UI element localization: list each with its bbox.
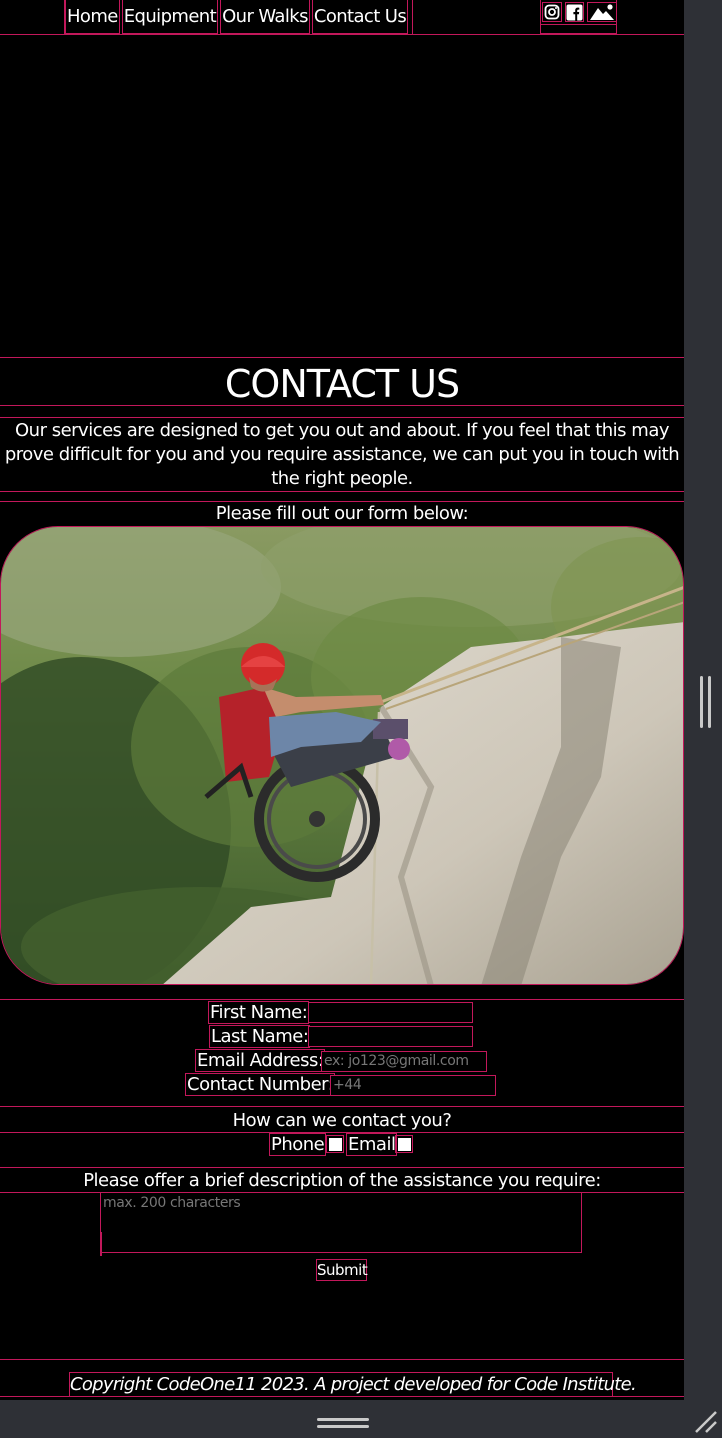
last-name-label: Last Name: bbox=[209, 1025, 311, 1048]
resize-corner-icon[interactable] bbox=[692, 1410, 718, 1434]
submit-button[interactable]: Submit bbox=[316, 1259, 368, 1281]
divider bbox=[0, 1106, 684, 1107]
first-name-input[interactable] bbox=[308, 1002, 473, 1023]
divider bbox=[0, 999, 684, 1000]
nav-link-equipment[interactable]: Equipment bbox=[121, 0, 219, 34]
contact-method-question: How can we contact you? bbox=[232, 1110, 452, 1131]
email-checkbox[interactable] bbox=[395, 1135, 413, 1153]
divider bbox=[0, 1359, 684, 1360]
nav-link-contact-us[interactable]: Contact Us bbox=[311, 0, 409, 34]
phone-option-label: Phone bbox=[269, 1133, 327, 1156]
divider bbox=[0, 1167, 684, 1168]
last-name-input[interactable] bbox=[308, 1026, 473, 1047]
first-name-label: First Name: bbox=[208, 1001, 310, 1024]
vertical-grip-icon[interactable] bbox=[700, 676, 712, 728]
form-prompt: Please fill out our form below: bbox=[215, 503, 469, 524]
text-caret bbox=[100, 1232, 102, 1256]
instagram-icon[interactable] bbox=[542, 2, 562, 22]
top-nav: Home Equipment Our Walks Contact Us bbox=[0, 0, 684, 35]
page-title: CONTACT US bbox=[224, 362, 460, 406]
nav-links: Home Equipment Our Walks Contact Us bbox=[64, 0, 414, 35]
divider bbox=[0, 1396, 684, 1397]
divider bbox=[0, 417, 684, 418]
abseiling-wheelchair-photo bbox=[1, 527, 683, 984]
description-textarea[interactable]: max. 200 characters bbox=[100, 1192, 582, 1253]
email-option-label: Email bbox=[346, 1133, 398, 1156]
page: Home Equipment Our Walks Contact Us CONT… bbox=[0, 0, 684, 1400]
nav-link-our-walks[interactable]: Our Walks bbox=[220, 0, 310, 34]
hero-photo bbox=[0, 526, 684, 985]
facebook-icon[interactable] bbox=[564, 2, 585, 22]
nav-link-home[interactable]: Home bbox=[65, 0, 120, 34]
horizontal-grip-icon[interactable] bbox=[317, 1418, 369, 1430]
email-label: Email Address: bbox=[195, 1049, 326, 1072]
footer-copyright: Copyright CodeOne11 2023. A project deve… bbox=[69, 1372, 637, 1397]
divider bbox=[0, 1132, 684, 1133]
contact-number-label: Contact Number: bbox=[185, 1073, 336, 1096]
description-label: Please offer a brief description of the … bbox=[83, 1170, 601, 1191]
social-links bbox=[540, 0, 617, 34]
contact-number-input[interactable]: +44 bbox=[330, 1075, 496, 1096]
image-icon[interactable] bbox=[587, 2, 617, 22]
phone-checkbox[interactable] bbox=[326, 1135, 344, 1153]
intro-text: Our services are designed to get you out… bbox=[4, 420, 680, 489]
divider bbox=[0, 405, 684, 406]
email-input[interactable]: ex: jo123@gmail.com bbox=[321, 1051, 487, 1072]
social-icon-row bbox=[541, 0, 617, 25]
divider bbox=[0, 357, 684, 358]
divider bbox=[0, 491, 684, 492]
